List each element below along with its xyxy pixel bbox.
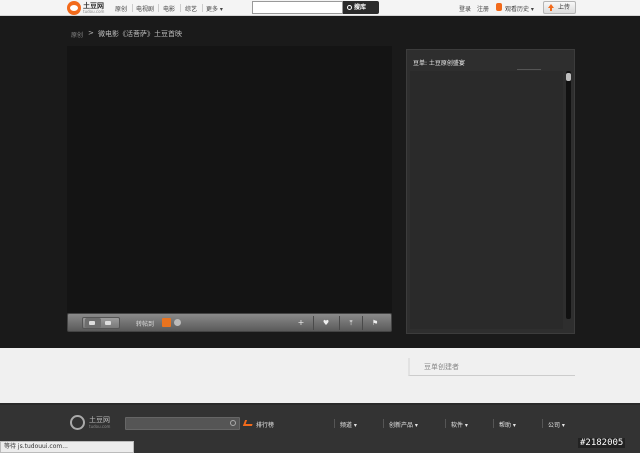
watermark: #2182005 <box>578 438 626 448</box>
vote-buttons <box>82 317 120 329</box>
share-label: 转帖到 <box>136 321 155 328</box>
nav-divider <box>158 4 159 12</box>
page-title: 微电影《活菩萨》土豆首映 <box>98 30 182 38</box>
logo-sub: tudou.com <box>83 9 105 14</box>
breadcrumb-home[interactable]: 原创 <box>71 30 83 39</box>
top-icon[interactable]: ⤒ <box>346 318 356 328</box>
nav-item-more[interactable]: 更多 ▾ <box>206 4 223 13</box>
nav-item-original[interactable]: 原创 <box>115 4 127 13</box>
creators-label: 豆单创建者 <box>424 363 459 371</box>
video-player[interactable] <box>67 46 392 313</box>
share-more-icon[interactable] <box>174 319 181 326</box>
flag-icon[interactable]: ⚑ <box>370 318 380 328</box>
scrollbar-thumb[interactable] <box>566 73 571 81</box>
footer-logo-icon <box>70 415 85 430</box>
nav-divider <box>180 4 181 12</box>
register-link[interactable]: 注册 <box>477 4 489 13</box>
search-input[interactable] <box>252 1 343 14</box>
footer-link-software[interactable]: 软件 ▾ <box>451 420 468 429</box>
search-button[interactable]: 搜库 <box>343 1 379 14</box>
nav-divider <box>132 4 133 12</box>
footer-link-products[interactable]: 创新产品 ▾ <box>389 420 418 429</box>
playlist-title[interactable]: 豆单: 土豆原创盛宴 <box>413 58 465 67</box>
player-toolbar: 转帖到 + ♥ ⤒ ⚑ <box>67 313 392 332</box>
top-nav-bar: 土豆网 tudou.com 原创 电视剧 电影 综艺 更多 ▾ 搜库 登录 注册… <box>0 0 640 16</box>
footer-rank-link[interactable]: 排行榜 <box>256 420 274 429</box>
thumbs-up-icon[interactable] <box>85 318 101 328</box>
nav-item-variety[interactable]: 综艺 <box>185 4 197 13</box>
footer-link-help[interactable]: 帮助 ▾ <box>499 420 516 429</box>
login-link[interactable]: 登录 <box>459 4 471 13</box>
add-icon[interactable]: + <box>296 318 306 328</box>
favorite-icon[interactable]: ♥ <box>321 318 331 328</box>
site-logo[interactable]: 土豆网 tudou.com <box>67 1 111 15</box>
footer-link-channel[interactable]: 频道 ▾ <box>340 420 357 429</box>
playlist-items[interactable] <box>410 71 563 329</box>
divider <box>517 69 541 70</box>
share-weibo-icon[interactable] <box>162 318 171 327</box>
playlist-panel: 豆单: 土豆原创盛宴 <box>406 49 575 334</box>
footer-link-company[interactable]: 公司 ▾ <box>548 420 565 429</box>
search-icon <box>347 5 352 10</box>
nav-item-movie[interactable]: 电影 <box>163 4 175 13</box>
nav-divider <box>202 4 203 12</box>
footer-logo-sub: tudou.com <box>89 424 111 429</box>
footer-search-input[interactable] <box>125 417 240 430</box>
playlist-scrollbar[interactable] <box>566 71 571 319</box>
history-icon <box>496 3 502 11</box>
footer-logo[interactable]: 土豆网 tudou.com <box>70 414 118 432</box>
breadcrumb-separator: > <box>88 29 94 37</box>
browser-status-bar: 等待 js.tudouui.com... <box>0 441 134 453</box>
upload-button[interactable]: 上传 <box>543 1 576 14</box>
playlist-creators: 豆单创建者 <box>408 358 575 376</box>
logo-icon <box>67 1 81 15</box>
search-icon[interactable] <box>230 420 236 426</box>
history-dropdown[interactable]: 观看历史 ▾ <box>505 4 534 13</box>
nav-item-tv[interactable]: 电视剧 <box>136 4 154 13</box>
